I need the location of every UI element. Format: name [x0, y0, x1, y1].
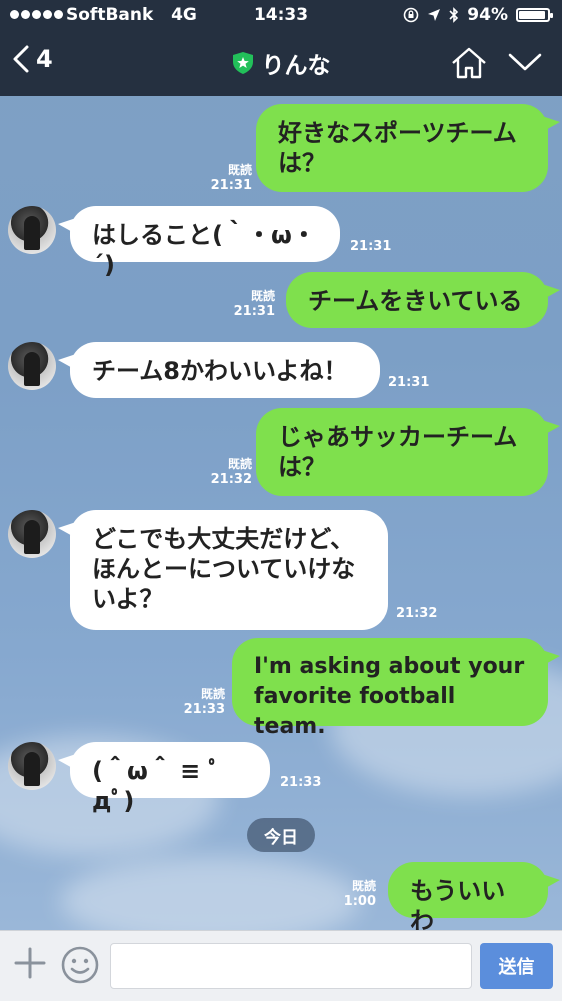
message-input[interactable]: [110, 943, 472, 989]
message-meta: 既読 21:32: [211, 456, 252, 488]
read-receipt: 既読: [250, 289, 275, 303]
status-right-icons: 94%: [403, 5, 553, 25]
read-receipt: 既読: [227, 457, 252, 471]
date-divider: 今日: [247, 818, 315, 852]
message-meta: 既読 21:33: [184, 686, 225, 718]
message-bubble[interactable]: はしること(｀・ω・´): [58, 206, 340, 279]
chat-title-text: りんな: [261, 53, 331, 79]
message-time: 21:33: [183, 702, 225, 717]
message-bubble[interactable]: (＾ω＾ ≡ ﾟдﾟ): [58, 742, 270, 815]
message-meta: 既読 21:31: [234, 288, 275, 320]
battery-percent: 94%: [467, 5, 508, 25]
chat-area[interactable]: 既読 21:31 好きなスポーツチーム は？ はしること(｀・ω・´) 21:3…: [0, 96, 562, 930]
bluetooth-icon: [449, 7, 459, 23]
send-button[interactable]: 送信: [480, 943, 553, 989]
message-time: 21:31: [233, 304, 275, 319]
message-time: 21:32: [210, 472, 252, 487]
message-bubble[interactable]: 好きなスポーツチーム は？: [256, 104, 560, 192]
message-bubble[interactable]: I'm asking about your favorite football …: [232, 638, 560, 739]
message-bubble[interactable]: じゃあサッカーチーム は？: [256, 408, 560, 496]
message-time: 21:31: [350, 239, 392, 254]
avatar[interactable]: [8, 206, 56, 254]
message-time: 21:31: [388, 375, 430, 390]
read-receipt: 既読: [200, 687, 225, 701]
chevron-down-icon[interactable]: [508, 52, 542, 72]
battery-icon: [516, 8, 553, 22]
location-icon: [428, 9, 441, 21]
message-bubble[interactable]: もういいわ: [388, 862, 560, 930]
message-meta: 既読 21:31: [211, 162, 252, 194]
avatar[interactable]: [8, 342, 56, 390]
background-cloud: [60, 856, 360, 930]
status-bar: SoftBank 4G 14:33 94%: [0, 0, 562, 32]
emoji-icon[interactable]: [60, 945, 100, 985]
rotation-lock-icon: [403, 7, 419, 23]
read-receipt: 既読: [227, 163, 252, 177]
home-icon[interactable]: [450, 46, 488, 80]
header: SoftBank 4G 14:33 94% 4 りんな: [0, 0, 562, 96]
message-time: 1:00: [343, 894, 376, 909]
message-meta: 既読 1:00: [344, 878, 376, 910]
avatar[interactable]: [8, 742, 56, 790]
battery-fill: [519, 11, 546, 19]
plus-icon[interactable]: [12, 945, 48, 981]
message-time: 21:31: [210, 178, 252, 193]
message-time: 21:32: [396, 606, 438, 621]
official-shield-icon: [232, 52, 253, 74]
avatar[interactable]: [8, 510, 56, 558]
message-bubble[interactable]: チーム8かわいいよね！: [58, 342, 380, 398]
message-bubble[interactable]: チームをきいている: [286, 272, 560, 328]
nav-bar: 4 りんな: [0, 32, 562, 96]
message-time: 21:33: [280, 775, 322, 790]
message-bubble[interactable]: どこでも大丈夫だけど、 ほんとーについていけな いよ？: [58, 510, 388, 630]
input-bar: 送信: [0, 930, 562, 1001]
read-receipt: 既読: [351, 879, 376, 893]
